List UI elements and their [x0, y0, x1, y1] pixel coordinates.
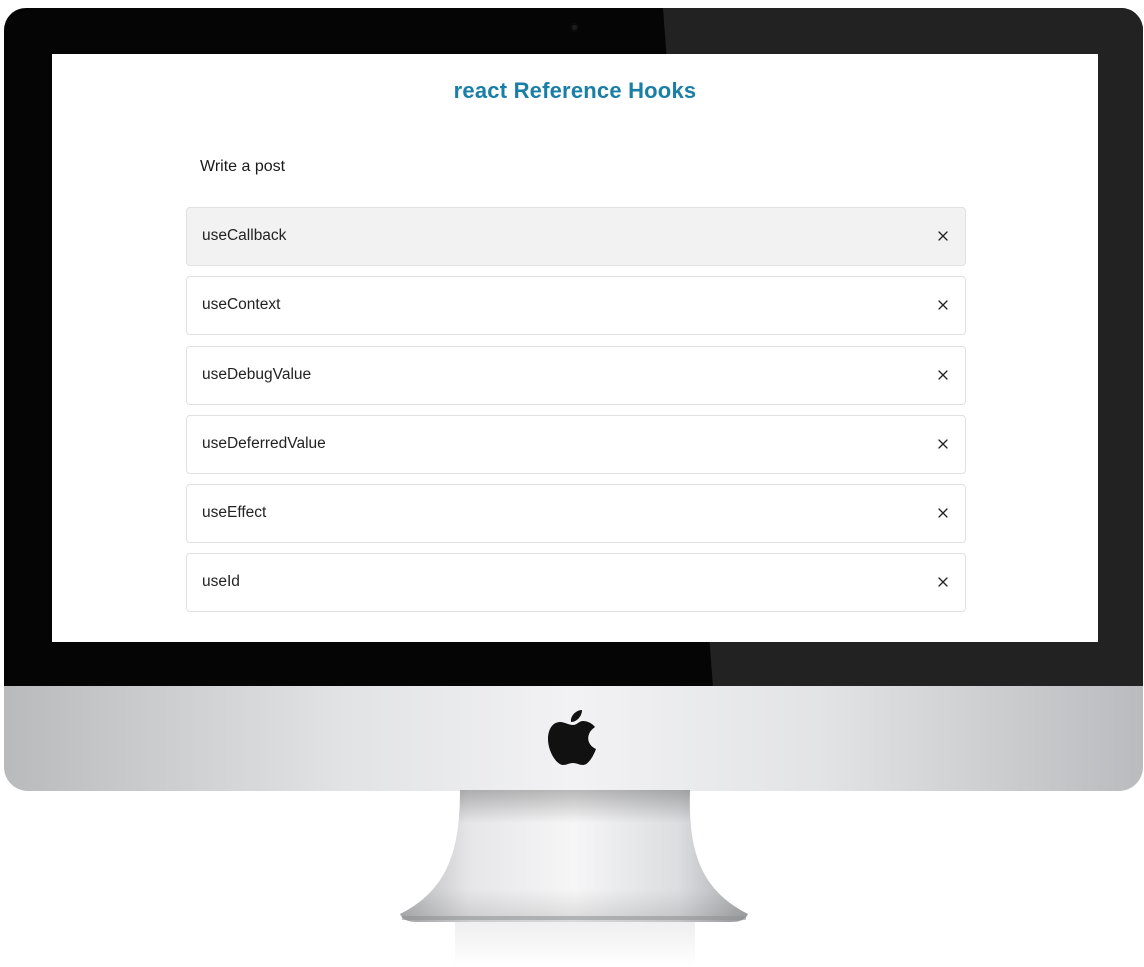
- hook-label: useContext: [202, 296, 281, 314]
- list-item[interactable]: useDebugValue: [186, 345, 966, 405]
- app-screen: react Reference Hooks Write a post useCa…: [52, 54, 1098, 642]
- list-item[interactable]: useDeferredValue: [186, 414, 966, 474]
- hook-label: useEffect: [202, 504, 267, 522]
- close-icon: [938, 577, 948, 588]
- apple-logo-icon: [548, 710, 596, 765]
- imac-mockup: react Reference Hooks Write a post useCa…: [0, 0, 1144, 967]
- hook-list: useCallback useContext useDebugValue use…: [186, 207, 966, 623]
- remove-button[interactable]: [931, 363, 955, 387]
- remove-button[interactable]: [931, 432, 955, 456]
- remove-button[interactable]: [931, 570, 955, 594]
- camera-icon: [570, 23, 579, 32]
- stand-reflection: [455, 922, 695, 967]
- remove-button[interactable]: [931, 293, 955, 317]
- close-icon: [938, 508, 948, 518]
- page-title: react Reference Hooks: [453, 78, 697, 103]
- hook-label: useId: [202, 573, 240, 591]
- remove-button[interactable]: [931, 224, 955, 248]
- write-post-link[interactable]: Write a post: [200, 158, 285, 176]
- remove-button[interactable]: [931, 501, 955, 525]
- close-icon: [938, 300, 948, 310]
- hook-label: useDeferredValue: [202, 434, 326, 452]
- list-item[interactable]: useEffect: [186, 484, 966, 544]
- hook-label: useDebugValue: [202, 365, 312, 383]
- close-icon: [938, 231, 948, 241]
- close-icon: [938, 439, 948, 449]
- hook-label: useCallback: [202, 227, 287, 244]
- list-item[interactable]: useId: [186, 553, 966, 613]
- close-icon: [938, 369, 948, 380]
- list-item[interactable]: useContext: [186, 276, 966, 336]
- monitor-stand: [400, 790, 748, 922]
- list-item[interactable]: useCallback: [186, 207, 966, 266]
